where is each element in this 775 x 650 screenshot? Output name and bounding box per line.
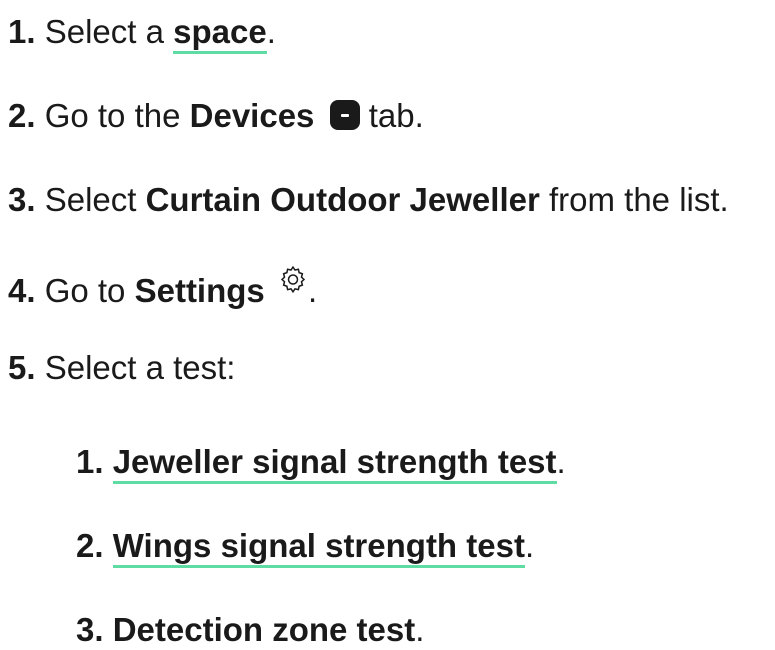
space-link[interactable]: space: [173, 13, 267, 54]
devices-tab-icon: [329, 100, 360, 130]
device-name: Curtain Outdoor Jeweller: [145, 181, 540, 218]
gear-icon: [280, 265, 306, 294]
test-number: 3.: [76, 611, 104, 648]
devices-label: Devices: [189, 97, 315, 134]
step-number: 4.: [8, 272, 36, 309]
step-number: 3.: [8, 181, 36, 218]
test-item-3: 3. Detection zone test.: [76, 610, 424, 650]
step-number: 1.: [8, 13, 36, 50]
step-text: Select: [44, 181, 146, 218]
step-punct: .: [266, 13, 276, 50]
step-text: Select a: [44, 13, 174, 50]
step-1: 1. Select a space.: [8, 12, 276, 54]
test-number: 2.: [76, 527, 104, 564]
settings-label: Settings: [134, 272, 265, 309]
test-number: 1.: [76, 443, 104, 480]
step-4: 4. Go to Settings .: [8, 264, 317, 311]
step-number: 5.: [8, 349, 36, 386]
step-text-end: .: [307, 272, 318, 309]
step-text-end: tab.: [359, 97, 424, 134]
test-item-2: 2. Wings signal strength test.: [76, 526, 535, 568]
step-text: Select a test:: [44, 349, 236, 386]
wings-signal-test-link[interactable]: Wings signal strength test: [112, 527, 525, 568]
step-5: 5. Select a test:: [8, 348, 235, 388]
test-item-1: 1. Jeweller signal strength test.: [76, 442, 566, 484]
step-text-end: from the list.: [539, 181, 729, 218]
test-punct: .: [556, 443, 566, 480]
test-punct: .: [415, 611, 425, 648]
test-punct: .: [524, 527, 535, 564]
step-2: 2. Go to the Devices tab.: [8, 96, 424, 136]
step-text: Go to: [44, 272, 135, 309]
detection-zone-test-label: Detection zone test: [112, 611, 416, 648]
step-text: Go to the: [44, 97, 190, 134]
step-3: 3. Select Curtain Outdoor Jeweller from …: [8, 180, 729, 220]
jeweller-signal-test-link[interactable]: Jeweller signal strength test: [112, 443, 557, 484]
step-number: 2.: [8, 97, 36, 134]
